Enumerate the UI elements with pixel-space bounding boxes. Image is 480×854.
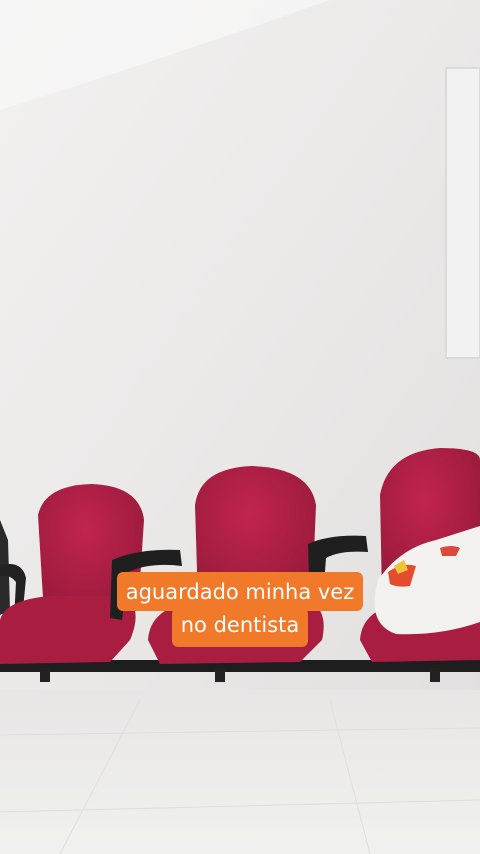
caption-line-2: no dentista [171, 608, 309, 647]
door-frame [445, 67, 480, 359]
caption: aguardado minha vez no dentista [0, 572, 480, 647]
chair-leg [430, 668, 440, 682]
waiting-room-photo [0, 0, 480, 854]
chair-leg [40, 668, 50, 682]
chair-leg [215, 668, 225, 682]
floor [0, 690, 480, 854]
caption-line-1: aguardado minha vez [116, 572, 364, 611]
